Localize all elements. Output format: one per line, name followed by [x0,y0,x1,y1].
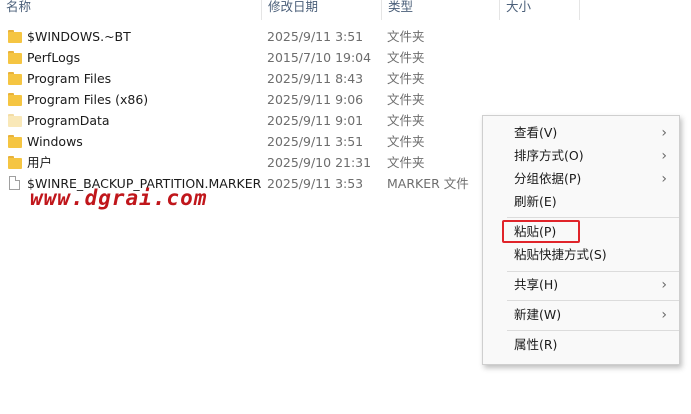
file-type: 文件夹 [387,92,425,107]
context-menu: 查看(V) › 排序方式(O) › 分组依据(P) › 刷新(E) 粘贴(P) … [482,115,680,365]
menu-separator [507,330,679,331]
column-date-label: 修改日期 [268,0,319,14]
file-date: 2025/9/11 3:51 [267,134,364,149]
file-date: 2025/9/11 3:51 [267,29,364,44]
menu-item-paste-shortcut[interactable]: 粘贴快捷方式(S) [483,244,679,266]
file-type: 文件夹 [387,155,425,170]
menu-item-properties[interactable]: 属性(R) [483,334,679,356]
chevron-right-icon: › [661,277,667,293]
menu-item-label: 刷新(E) [514,194,557,209]
file-date: 2025/9/10 21:31 [267,155,372,170]
file-type: 文件夹 [387,134,425,149]
file-type: MARKER 文件 [387,176,469,191]
file-type: 文件夹 [387,50,425,65]
file-row[interactable]: PerfLogs 2015/7/10 19:04 文件夹 [0,47,691,68]
file-date: 2025/9/11 8:43 [267,71,364,86]
column-name-label: 名称 [6,0,32,14]
file-name: ProgramData [27,113,110,128]
menu-item-label: 新建(W) [514,307,562,322]
menu-item-label: 排序方式(O) [514,148,584,163]
file-date: 2015/7/10 19:04 [267,50,372,65]
menu-item-group[interactable]: 分组依据(P) › [483,168,679,190]
file-icon [9,176,20,190]
column-size-label: 大小 [506,0,532,14]
file-name: $WINDOWS.~BT [27,29,131,44]
file-date: 2025/9/11 9:01 [267,113,364,128]
folder-icon [8,72,22,85]
menu-item-label: 共享(H) [514,277,559,292]
column-header: 名称 修改日期 类型 大小 [0,0,691,20]
menu-item-label: 查看(V) [514,125,558,140]
file-name: Windows [27,134,83,149]
file-type: 文件夹 [387,71,425,86]
folder-icon [8,114,22,127]
chevron-right-icon: › [661,307,667,323]
menu-item-label: 属性(R) [514,337,558,352]
menu-separator [507,217,679,218]
menu-item-new[interactable]: 新建(W) › [483,304,679,326]
folder-icon [8,93,22,106]
chevron-right-icon: › [661,125,667,141]
menu-item-sort[interactable]: 排序方式(O) › [483,145,679,167]
menu-item-view[interactable]: 查看(V) › [483,122,679,144]
file-date: 2025/9/11 9:06 [267,92,364,107]
watermark-text: www.dgrai.com [30,186,208,210]
file-row[interactable]: Program Files 2025/9/11 8:43 文件夹 [0,68,691,89]
column-size-header[interactable]: 大小 [500,0,580,20]
file-type: 文件夹 [387,113,425,128]
file-name: 用户 [27,155,53,170]
menu-separator [507,300,679,301]
menu-item-label: 粘贴快捷方式(S) [514,247,607,262]
folder-icon [8,51,22,64]
file-row[interactable]: Program Files (x86) 2025/9/11 9:06 文件夹 [0,89,691,110]
chevron-right-icon: › [661,148,667,164]
folder-icon [8,30,22,43]
menu-item-refresh[interactable]: 刷新(E) [483,191,679,213]
column-name-header[interactable]: 名称 [0,0,262,20]
file-type: 文件夹 [387,29,425,44]
file-name: Program Files [27,71,112,86]
file-name: Program Files (x86) [27,92,149,107]
file-row[interactable]: $WINDOWS.~BT 2025/9/11 3:51 文件夹 [0,26,691,47]
menu-item-share[interactable]: 共享(H) › [483,274,679,296]
chevron-right-icon: › [661,171,667,187]
menu-item-label: 分组依据(P) [514,171,582,186]
column-type-header[interactable]: 类型 [382,0,500,20]
file-date: 2025/9/11 3:53 [267,176,364,191]
column-date-header[interactable]: 修改日期 [262,0,382,20]
folder-icon [8,156,22,169]
paste-highlight-box [502,220,580,243]
menu-separator [507,271,679,272]
folder-icon [8,135,22,148]
file-name: PerfLogs [27,50,81,65]
column-type-label: 类型 [388,0,414,14]
